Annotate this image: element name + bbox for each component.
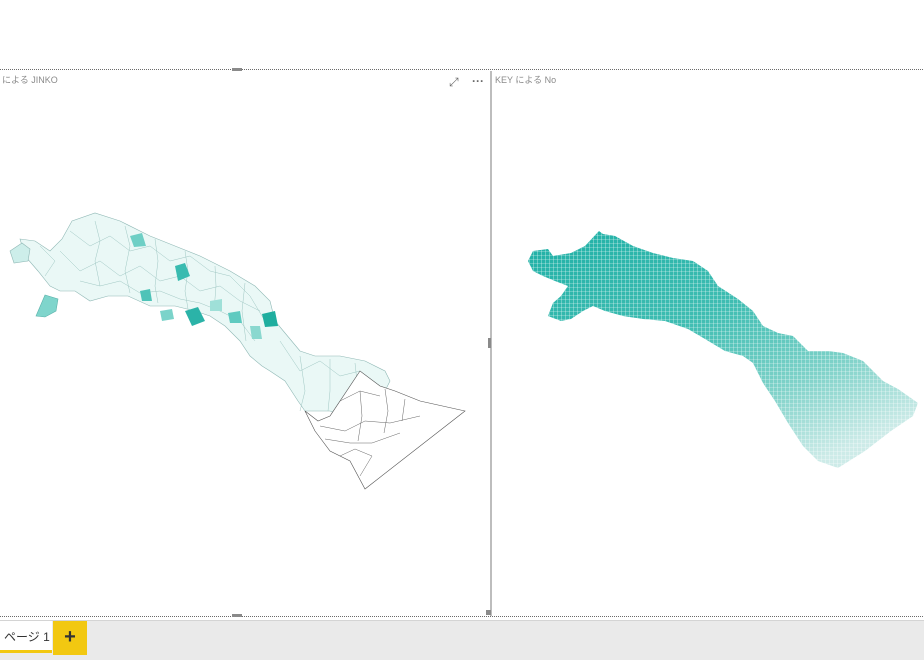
map-visual-key-no[interactable]: KEY による No: [493, 71, 924, 616]
more-options-icon[interactable]: ···: [472, 75, 484, 87]
resize-handle-bottom[interactable]: [232, 614, 242, 617]
plus-icon: +: [64, 626, 76, 648]
page-tab-bar: ページ 1 +: [0, 620, 924, 660]
map-visual-jinko[interactable]: による JINKO ⤢ ···: [0, 71, 490, 616]
report-canvas: による JINKO ⤢ ··· KEY による No: [0, 0, 924, 620]
resize-handle-corner[interactable]: [486, 610, 491, 615]
resize-handle-top[interactable]: [232, 68, 242, 71]
add-page-button[interactable]: +: [53, 621, 87, 655]
resize-handle-right[interactable]: [488, 338, 491, 348]
focus-mode-icon[interactable]: ⤢: [449, 76, 459, 88]
page-tab-1[interactable]: ページ 1: [0, 621, 52, 653]
grid-map[interactable]: [493, 71, 924, 616]
choropleth-map[interactable]: [0, 71, 490, 616]
